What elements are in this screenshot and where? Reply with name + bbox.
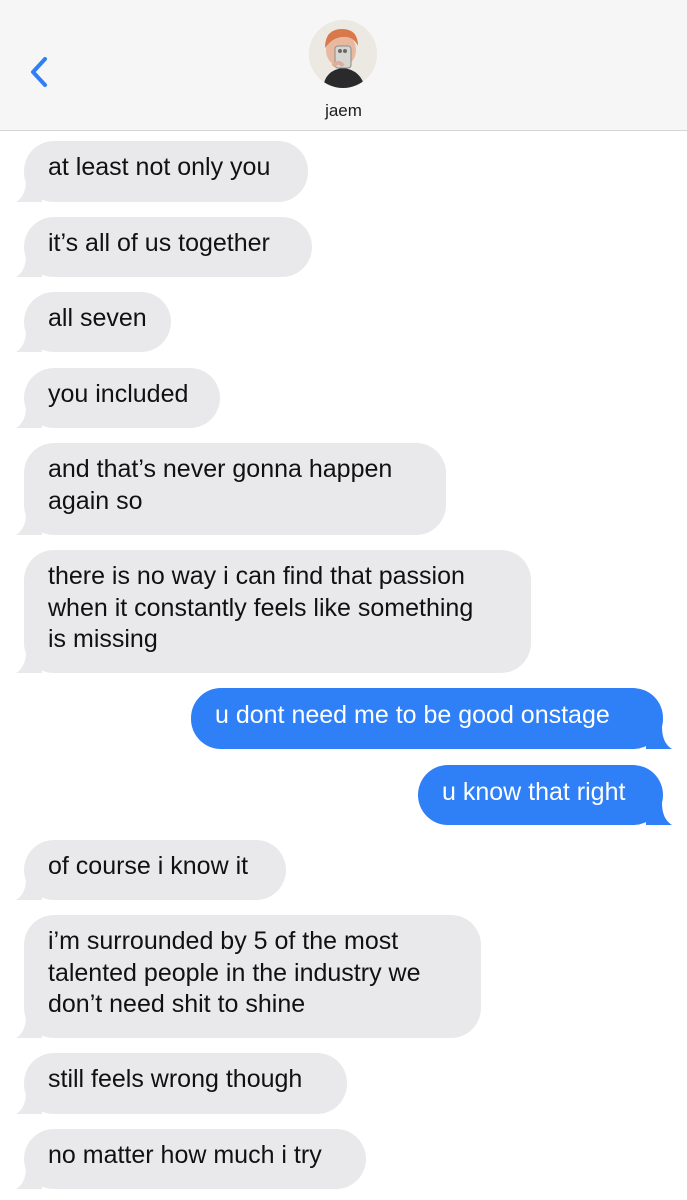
bubble-tail bbox=[16, 1016, 42, 1038]
chevron-left-icon bbox=[31, 57, 47, 87]
bubble-tail bbox=[16, 330, 42, 352]
bubble-tail bbox=[16, 255, 42, 277]
message-text: and that’s never gonna happen again so bbox=[48, 455, 393, 515]
message-text: there is no way i can find that passion … bbox=[48, 562, 474, 653]
message-bubble-outgoing[interactable]: u dont need me to be good onstage bbox=[191, 688, 672, 749]
bubble-tail bbox=[16, 1167, 42, 1189]
bubble-tail bbox=[16, 513, 42, 535]
message-text: u dont need me to be good onstage bbox=[215, 701, 610, 729]
message-text: it’s all of us together bbox=[48, 229, 270, 257]
message-bubble-incoming[interactable]: you included bbox=[16, 368, 220, 428]
bubble-tail bbox=[16, 1092, 42, 1114]
message-bubble-incoming[interactable]: no matter how much i try bbox=[16, 1129, 366, 1189]
contact-name[interactable]: jaem bbox=[0, 101, 687, 121]
message-text: u know that right bbox=[442, 778, 626, 806]
contact-avatar[interactable] bbox=[309, 20, 377, 88]
bubble-tail bbox=[16, 180, 42, 202]
bubble-tail bbox=[16, 406, 42, 428]
message-text: no matter how much i try bbox=[48, 1141, 322, 1169]
message-bubble-incoming[interactable]: all seven bbox=[16, 292, 171, 352]
message-text: i’m surrounded by 5 of the most talented… bbox=[48, 927, 421, 1018]
message-text: all seven bbox=[48, 304, 147, 332]
back-button[interactable] bbox=[24, 52, 56, 92]
message-bubble-incoming[interactable]: at least not only you bbox=[16, 141, 308, 202]
message-bubble-incoming[interactable]: there is no way i can find that passion … bbox=[16, 550, 531, 673]
avatar-photo-icon bbox=[309, 20, 377, 88]
message-bubble-incoming[interactable]: i’m surrounded by 5 of the most talented… bbox=[16, 915, 481, 1038]
message-text: still feels wrong though bbox=[48, 1065, 303, 1093]
conversation-header: jaem bbox=[0, 0, 687, 131]
message-text: you included bbox=[48, 380, 189, 408]
message-text: of course i know it bbox=[48, 852, 249, 880]
message-bubble-incoming[interactable]: of course i know it bbox=[16, 840, 286, 900]
bubble-tail bbox=[646, 727, 672, 749]
message-bubble-outgoing[interactable]: u know that right bbox=[418, 765, 672, 825]
bubble-tail bbox=[16, 651, 42, 673]
message-bubble-incoming[interactable]: it’s all of us together bbox=[16, 217, 312, 277]
message-bubble-incoming[interactable]: and that’s never gonna happen again so bbox=[16, 443, 446, 535]
message-text: at least not only you bbox=[48, 153, 271, 181]
bubble-tail bbox=[646, 803, 672, 825]
bubble-tail bbox=[16, 878, 42, 900]
message-bubble-incoming[interactable]: still feels wrong though bbox=[16, 1053, 347, 1114]
message-thread[interactable]: at least not only you it’s all of us tog… bbox=[0, 131, 687, 1200]
